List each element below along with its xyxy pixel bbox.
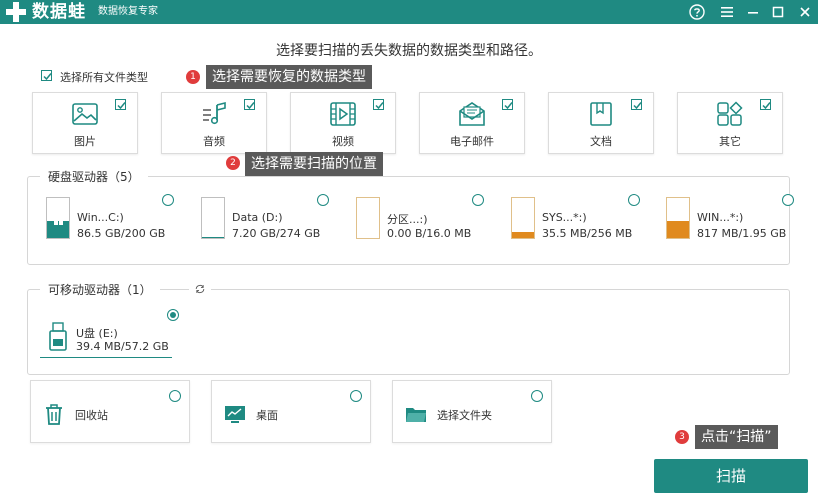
hard-drive-group-title: 硬盘驱动器（5） xyxy=(40,168,148,185)
checkbox-checked-icon[interactable] xyxy=(502,99,513,110)
drive-name: Win...C:) xyxy=(77,211,124,224)
drive-win[interactable]: WIN...*:) 817 MB/1.95 GB xyxy=(666,197,786,253)
select-all-label: 选择所有文件类型 xyxy=(60,71,148,84)
drive-size: 817 MB/1.95 GB xyxy=(697,227,787,240)
app-name: 数据蛙 xyxy=(32,2,86,22)
type-label-other: 其它 xyxy=(719,135,741,148)
drive-name: 分区...:) xyxy=(387,213,428,226)
document-icon xyxy=(590,102,612,126)
other-icon xyxy=(717,101,743,126)
drive-icon xyxy=(201,197,225,239)
location-label: 选择文件夹 xyxy=(437,409,492,422)
checkbox-checked-icon[interactable] xyxy=(373,99,384,110)
usb-drive-name: U盘 (E:) xyxy=(76,327,118,340)
drive-size: 7.20 GB/274 GB xyxy=(232,227,321,240)
type-card-other[interactable]: 其它 xyxy=(677,92,783,154)
drive-c[interactable]: Win...C:) 86.5 GB/200 GB xyxy=(46,197,196,253)
drive-icon xyxy=(666,197,690,239)
location-label: 回收站 xyxy=(75,409,108,422)
tip-badge-3: 3 xyxy=(675,430,689,444)
usb-icon xyxy=(49,322,67,351)
help-icon[interactable] xyxy=(684,0,710,24)
checkbox-checked-icon[interactable] xyxy=(631,99,642,110)
video-icon xyxy=(330,102,356,126)
drive-icon xyxy=(356,197,380,239)
drive-usage-fill xyxy=(512,232,534,238)
tip-select-location: 选择需要扫描的位置 xyxy=(245,152,383,176)
image-icon xyxy=(72,103,98,125)
drive-usage-fill xyxy=(667,221,689,238)
page-heading: 选择要扫描的丢失数据的数据类型和路径。 xyxy=(276,43,542,59)
windows-logo-icon xyxy=(54,216,63,225)
drive-partition-radio[interactable] xyxy=(472,194,484,206)
checkbox-checked-icon xyxy=(41,70,52,81)
close-icon[interactable] xyxy=(792,0,818,24)
usb-drive-radio[interactable] xyxy=(167,309,179,321)
location-recycle-bin[interactable]: 回收站 xyxy=(30,380,190,443)
menu-icon[interactable] xyxy=(714,0,740,24)
drive-name: SYS...*:) xyxy=(542,211,587,224)
type-label-email: 电子邮件 xyxy=(450,135,494,148)
type-card-audio[interactable]: 音频 xyxy=(161,92,267,154)
removable-drive-group: 可移动驱动器（1） U盘 (E:) 39.4 MB/57.2 GB xyxy=(27,281,790,375)
drive-size: 0.00 B/16.0 MB xyxy=(387,227,472,240)
location-label: 桌面 xyxy=(256,409,278,422)
checkbox-checked-icon[interactable] xyxy=(244,99,255,110)
app-logo-icon xyxy=(6,2,26,22)
usb-drive-size: 39.4 MB/57.2 GB xyxy=(76,340,169,353)
audio-icon xyxy=(203,101,226,125)
location-select-folder[interactable]: 选择文件夹 xyxy=(392,380,552,443)
drive-icon xyxy=(511,197,535,239)
tip-badge-2: 2 xyxy=(226,156,240,170)
drive-sys-radio[interactable] xyxy=(628,194,640,206)
drive-size: 86.5 GB/200 GB xyxy=(77,227,166,240)
title-bar: 数据蛙 数据恢复专家 xyxy=(0,0,818,24)
email-icon xyxy=(459,102,485,126)
scan-button[interactable]: 扫描 xyxy=(654,459,808,493)
type-card-image[interactable]: 图片 xyxy=(32,92,138,154)
removable-drive-group-title: 可移动驱动器（1） xyxy=(40,281,160,298)
drive-name: Data (D:) xyxy=(232,211,283,224)
type-label-audio: 音频 xyxy=(203,135,225,148)
type-card-email[interactable]: 电子邮件 xyxy=(419,92,525,154)
location-radio[interactable] xyxy=(169,390,181,402)
location-radio[interactable] xyxy=(350,390,362,402)
tip-badge-1: 1 xyxy=(186,70,200,84)
drive-name: WIN...*:) xyxy=(697,211,744,224)
drive-d[interactable]: Data (D:) 7.20 GB/274 GB xyxy=(201,197,351,253)
type-card-video[interactable]: 视频 xyxy=(290,92,396,154)
desktop-icon xyxy=(225,406,245,423)
drive-c-radio[interactable] xyxy=(162,194,174,206)
hard-drive-group: 硬盘驱动器（5） Win...C:) 86.5 GB/200 GB Data (… xyxy=(27,168,794,265)
trash-icon xyxy=(46,404,62,425)
checkbox-checked-icon[interactable] xyxy=(115,99,126,110)
type-label-video: 视频 xyxy=(332,135,354,148)
location-radio[interactable] xyxy=(531,390,543,402)
tip-select-type: 选择需要恢复的数据类型 xyxy=(206,65,372,89)
location-desktop[interactable]: 桌面 xyxy=(211,380,371,443)
app-subtitle: 数据恢复专家 xyxy=(98,6,158,17)
type-card-document[interactable]: 文档 xyxy=(548,92,654,154)
drive-sys[interactable]: SYS...*:) 35.5 MB/256 MB xyxy=(511,197,661,253)
type-label-image: 图片 xyxy=(74,135,96,148)
drive-usage-fill xyxy=(202,236,224,238)
refresh-icon[interactable] xyxy=(189,281,211,297)
usb-drive-e[interactable]: U盘 (E:) 39.4 MB/57.2 GB xyxy=(40,320,172,358)
minimize-icon[interactable] xyxy=(740,0,766,24)
maximize-icon[interactable] xyxy=(765,0,791,24)
tip-click-scan: 点击“扫描” xyxy=(695,425,778,449)
drive-d-radio[interactable] xyxy=(317,194,329,206)
checkbox-checked-icon[interactable] xyxy=(760,99,771,110)
drive-icon xyxy=(46,197,70,239)
folder-icon xyxy=(406,408,426,422)
drive-size: 35.5 MB/256 MB xyxy=(542,227,633,240)
type-label-document: 文档 xyxy=(590,135,612,148)
drive-win-radio[interactable] xyxy=(782,194,794,206)
drive-partition[interactable]: 分区...:) 0.00 B/16.0 MB xyxy=(356,197,506,253)
